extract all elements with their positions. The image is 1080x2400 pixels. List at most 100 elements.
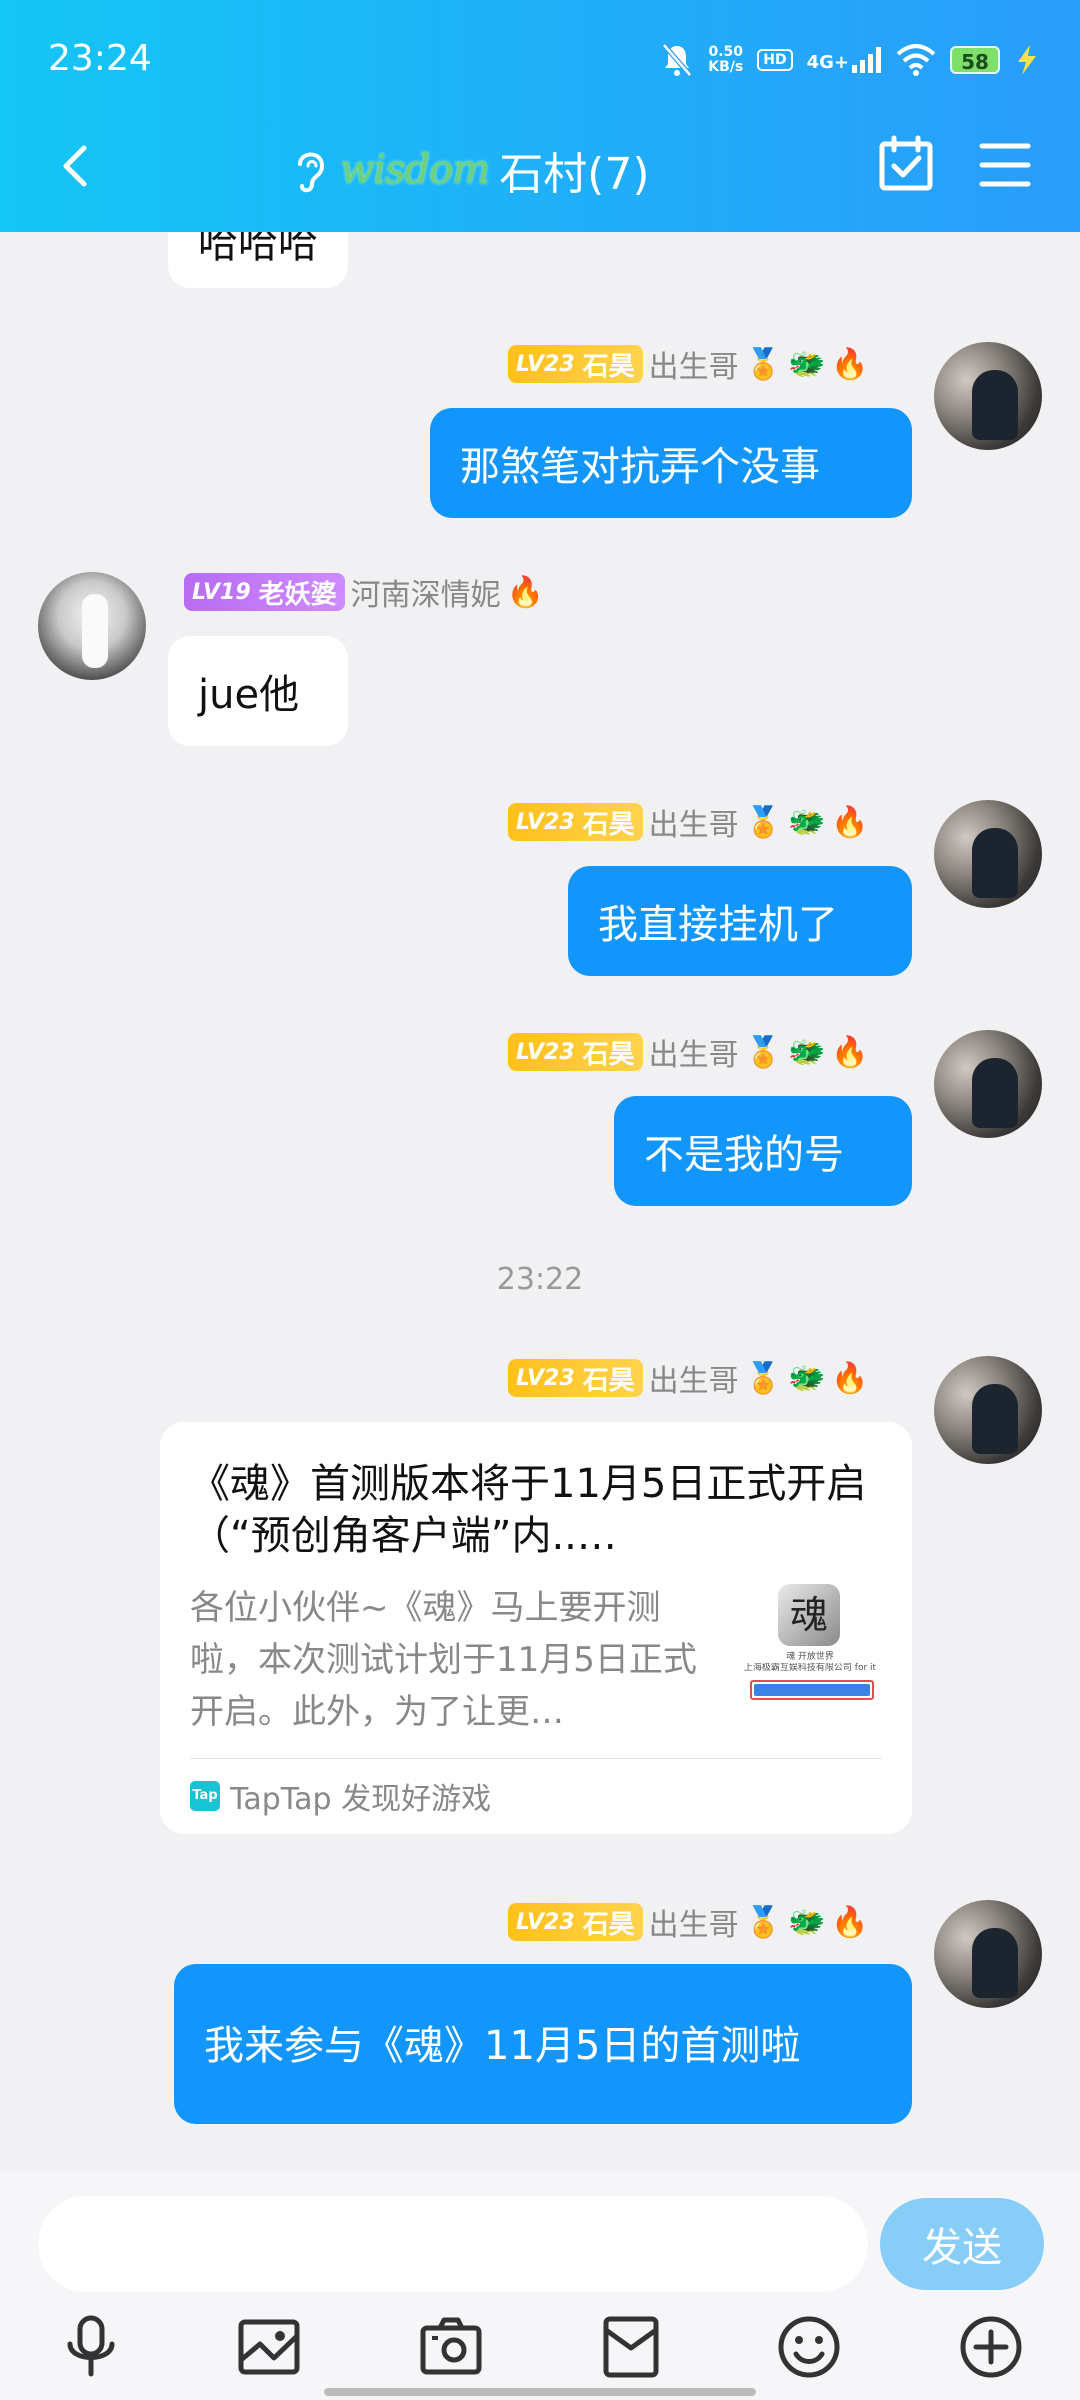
message-bubble[interactable]: jue他	[168, 636, 348, 746]
level-title: 老妖婆	[258, 579, 337, 610]
sender-nickname: 出生哥	[648, 350, 739, 385]
level-number: LV19	[192, 579, 251, 605]
message-bubble[interactable]: 我来参与《魂》11月5日的首测啦	[174, 1964, 912, 2124]
medal-icon: 🏅	[744, 346, 783, 382]
red-packet-icon[interactable]	[598, 2314, 664, 2380]
sender-nickname: 出生哥	[648, 1038, 739, 1073]
wisdom-label: wisdom	[340, 147, 490, 193]
fire-icon: 🔥	[831, 1360, 869, 1396]
share-card-source-text: TapTap 发现好游戏	[230, 1782, 492, 1817]
medal-icon: 🏅	[744, 1034, 783, 1070]
level-number: LV23	[516, 809, 575, 835]
level-badge: LV23 石昊	[508, 1033, 643, 1071]
charging-icon	[1018, 45, 1036, 75]
level-title: 石昊	[582, 1365, 635, 1396]
level-badge: LV23 石昊	[508, 803, 643, 841]
chat-list[interactable]: 哈哈哈 LV23 石昊 出生哥 🏅 🐲 🔥 那煞笔对抗弄个没事 LV19 老妖婆 河…	[0, 232, 1080, 2172]
message-text: 哈哈哈	[198, 232, 318, 267]
sender-meta: LV19 老妖婆 河南深情妮 🔥	[184, 572, 544, 613]
fire-icon: 🔥	[831, 346, 869, 382]
medal-icon: 🏅	[744, 1904, 783, 1940]
header: 23:24 0.50 KB/s HD 4G+ 58 wisdom 石村(7)	[0, 0, 1080, 232]
sender-meta: LV23 石昊 出生哥 🏅 🐲 🔥	[508, 344, 869, 385]
timestamp: 23:22	[496, 1262, 584, 1297]
input-toolbar	[0, 2300, 1080, 2396]
back-icon[interactable]	[52, 140, 104, 192]
message-input[interactable]	[38, 2196, 868, 2292]
plus-icon[interactable]	[958, 2314, 1024, 2380]
share-card[interactable]: 《魂》首测版本将于11月5日正式开启（“预创角客户端”内..… 各位小伙伴~《魂…	[160, 1422, 912, 1834]
calendar-check-icon[interactable]	[876, 134, 936, 194]
chat-title[interactable]: wisdom 石村(7)	[290, 138, 650, 202]
sender-nickname: 出生哥	[648, 808, 739, 843]
medal-icon: 🏅	[744, 1360, 783, 1396]
level-badge: LV23 石昊	[508, 1903, 643, 1941]
wifi-icon	[896, 44, 936, 76]
signal-icon: 4G+	[807, 47, 882, 73]
thumb-download-frame	[750, 1680, 874, 1700]
level-number: LV23	[516, 1909, 575, 1935]
message-bubble[interactable]: 哈哈哈	[168, 232, 348, 288]
avatar[interactable]	[934, 1900, 1042, 2008]
level-title: 石昊	[582, 351, 635, 382]
level-title: 石昊	[582, 809, 635, 840]
mute-bell-icon	[662, 43, 693, 77]
sender-nickname: 出生哥	[648, 1364, 739, 1399]
image-icon[interactable]	[236, 2314, 302, 2380]
dragon-icon: 🐲	[788, 1904, 826, 1940]
avatar[interactable]	[934, 1356, 1042, 1464]
battery-indicator: 58	[950, 46, 1000, 74]
share-card-title: 《魂》首测版本将于11月5日正式开启（“预创角客户端”内..…	[190, 1461, 867, 1559]
level-title: 石昊	[582, 1039, 635, 1070]
fire-icon: 🔥	[831, 1904, 869, 1940]
net-speed: 0.50 KB/s	[708, 45, 743, 75]
sender-meta: LV23 石昊 出生哥 🏅 🐲 🔥	[508, 1902, 869, 1943]
share-card-thumbnail: 魂 魂 开放世界 上海极霸互娱科技有限公司 for it	[740, 1582, 880, 1704]
net-speed-unit: KB/s	[708, 59, 744, 75]
send-button[interactable]: 发送	[880, 2198, 1044, 2290]
level-number: LV23	[516, 351, 575, 377]
net-speed-value: 0.50	[708, 44, 744, 60]
message-bubble[interactable]: 不是我的号	[614, 1096, 912, 1206]
fire-icon: 🔥	[831, 804, 869, 840]
avatar[interactable]	[934, 342, 1042, 450]
dragon-icon: 🐲	[788, 804, 826, 840]
avatar[interactable]	[934, 1030, 1042, 1138]
camera-icon[interactable]	[418, 2314, 484, 2380]
message-text: 我直接挂机了	[598, 902, 838, 948]
sender-meta: LV23 石昊 出生哥 🏅 🐲 🔥	[508, 1358, 869, 1399]
status-time: 23:24	[48, 38, 152, 79]
dragon-icon: 🐲	[788, 1360, 826, 1396]
microphone-icon[interactable]	[58, 2314, 124, 2380]
avatar[interactable]	[934, 800, 1042, 908]
menu-icon[interactable]	[978, 138, 1032, 192]
fire-icon: 🔥	[831, 1034, 869, 1070]
level-badge: LV23 石昊	[508, 1359, 643, 1397]
sender-nickname: 河南深情妮	[350, 578, 501, 613]
level-number: LV23	[516, 1039, 575, 1065]
divider	[190, 1758, 882, 1759]
emoji-icon[interactable]	[776, 2314, 842, 2380]
dragon-icon: 🐲	[788, 346, 826, 382]
hd-badge: HD	[757, 49, 793, 71]
message-bubble[interactable]: 我直接挂机了	[568, 866, 912, 976]
sender-nickname: 出生哥	[648, 1908, 739, 1943]
message-text: jue他	[198, 672, 300, 718]
thumb-caption-1: 魂 开放世界	[786, 1652, 834, 1662]
message-bubble[interactable]: 那煞笔对抗弄个没事	[430, 408, 912, 518]
message-text: 那煞笔对抗弄个没事	[460, 444, 820, 490]
home-indicator[interactable]	[324, 2388, 756, 2396]
network-type: 4G+	[806, 52, 849, 73]
share-card-source: Tap TapTap 发现好游戏	[190, 1774, 491, 1818]
level-number: LV23	[516, 1365, 575, 1391]
message-text: 我来参与《魂》11月5日的首测啦	[204, 2023, 801, 2069]
share-card-description: 各位小伙伴~《魂》马上要开测啦，本次测试计划于11月5日正式开启。此外，为了让更…	[190, 1588, 697, 1732]
level-badge: LV19 老妖婆	[184, 573, 345, 611]
avatar[interactable]	[38, 572, 146, 680]
game-logo: 魂	[778, 1584, 840, 1646]
input-area: 发送	[0, 2172, 1080, 2400]
level-title: 石昊	[582, 1909, 635, 1940]
title-bar: wisdom 石村(7)	[0, 120, 1080, 212]
level-badge: LV23 石昊	[508, 345, 643, 383]
sender-meta: LV23 石昊 出生哥 🏅 🐲 🔥	[508, 802, 869, 843]
